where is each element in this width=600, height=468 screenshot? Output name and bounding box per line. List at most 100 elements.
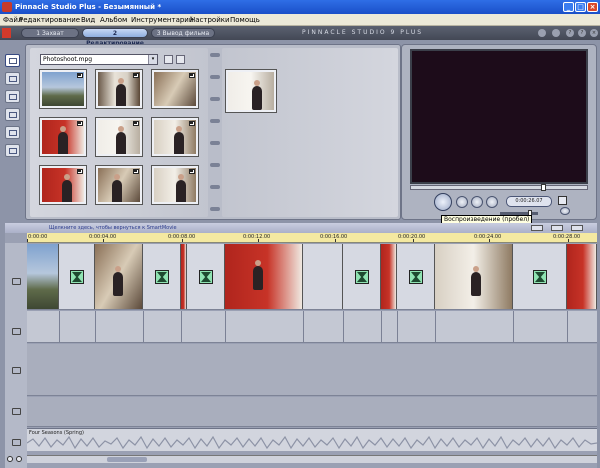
smartmovie-hint[interactable]: Щелкните здесь, чтобы вернуться к SmartM… xyxy=(49,225,177,231)
scene-thumbnail[interactable] xyxy=(96,118,142,156)
scene-figure xyxy=(112,174,122,202)
timeline-transition[interactable] xyxy=(303,244,343,309)
preview-scrubber[interactable] xyxy=(410,184,588,191)
album-spiral-binding xyxy=(209,53,221,213)
zoom-out-icon[interactable] xyxy=(16,456,22,462)
scrubber-handle[interactable] xyxy=(541,184,546,191)
scene-figure xyxy=(58,126,68,154)
step-forward-button[interactable] xyxy=(486,196,498,208)
transitions-tool[interactable] xyxy=(5,72,20,85)
close-button[interactable]: × xyxy=(587,2,598,12)
timeline-scrollbar[interactable] xyxy=(27,455,597,463)
timeline-transition[interactable] xyxy=(343,244,381,309)
timeline-clip[interactable] xyxy=(95,244,143,309)
minimize-button[interactable]: _ xyxy=(563,2,574,12)
used-check-icon xyxy=(77,73,83,78)
dissolve-transition-icon xyxy=(154,269,169,284)
timecode-display[interactable]: 0:00:26.07 xyxy=(506,196,552,207)
used-check-icon xyxy=(189,169,195,174)
used-check-icon xyxy=(189,121,195,126)
timeline-view-icon[interactable] xyxy=(531,225,543,231)
track-headers xyxy=(5,243,27,468)
album-back-icon[interactable] xyxy=(164,55,173,64)
original-audio-track[interactable] xyxy=(27,311,597,343)
timeline-clip[interactable] xyxy=(567,244,597,309)
file-select[interactable]: Photoshoot.mpg ▾ xyxy=(40,54,158,65)
timeline-panel: Щелкните здесь, чтобы вернуться к SmartM… xyxy=(5,223,597,468)
video-track[interactable] xyxy=(27,244,597,310)
mode-tabs-bar: 1 Захват 2 Редактирование 3 Вывод фильма… xyxy=(0,26,600,47)
timeline-transition[interactable] xyxy=(59,244,95,309)
video-track-camera-icon[interactable] xyxy=(12,278,21,285)
scene-thumbnail[interactable] xyxy=(152,118,198,156)
scene-thumbnail[interactable] xyxy=(40,70,86,108)
preview-screen xyxy=(410,49,588,184)
menu-edit[interactable]: Редактирование xyxy=(19,16,80,24)
audio-track-pen-icon[interactable] xyxy=(12,328,21,335)
scrollbar-thumb[interactable] xyxy=(107,457,147,462)
music-track-note-icon[interactable] xyxy=(12,439,21,446)
sound-effects-tool[interactable] xyxy=(5,144,20,157)
ruler-label: 0:00:28.00 xyxy=(553,234,581,240)
timeline-clip[interactable] xyxy=(435,244,513,309)
fullscreen-button[interactable] xyxy=(558,196,567,205)
help-pointer-icon[interactable]: ? xyxy=(578,29,586,37)
music-track[interactable]: Four Seasons (Spring) xyxy=(27,428,597,451)
menu-tools[interactable]: Инструментарий xyxy=(131,16,193,24)
play-button[interactable] xyxy=(434,193,452,211)
storyboard-view-icon[interactable] xyxy=(551,225,563,231)
scene-thumbnail[interactable] xyxy=(226,70,276,112)
chevron-down-icon[interactable]: ▾ xyxy=(148,55,157,64)
video-scenes-tool[interactable] xyxy=(5,54,20,67)
title-track-icon[interactable] xyxy=(12,367,21,374)
sound-effects-track[interactable] xyxy=(27,397,597,427)
title-track[interactable] xyxy=(27,344,597,396)
zoom-in-icon[interactable] xyxy=(7,456,13,462)
timeline-transition[interactable] xyxy=(187,244,225,309)
used-check-icon xyxy=(77,121,83,126)
go-to-start-button[interactable] xyxy=(456,196,468,208)
ruler-label: 0:00:00 xyxy=(28,234,48,240)
dissolve-transition-icon xyxy=(69,269,84,284)
scene-thumbnail[interactable] xyxy=(40,118,86,156)
album-view-icon[interactable] xyxy=(176,55,185,64)
tab-edit[interactable]: 2 Редактирование xyxy=(82,28,148,47)
album-section-toolbar xyxy=(5,50,23,220)
loop-button[interactable] xyxy=(560,207,570,215)
menu-view[interactable]: Вид xyxy=(81,16,95,24)
timeline-clip[interactable] xyxy=(381,244,397,309)
titles-tool[interactable] xyxy=(5,90,20,103)
photos-tool[interactable] xyxy=(5,108,20,121)
timeline-transition[interactable] xyxy=(513,244,567,309)
timeline-transition[interactable] xyxy=(143,244,181,309)
maximize-button[interactable]: □ xyxy=(575,2,586,12)
speaker-icon xyxy=(9,148,17,154)
scene-thumbnail[interactable] xyxy=(96,70,142,108)
preview-player: 0:00:26.07 xyxy=(401,44,597,220)
window-title: Pinnacle Studio Plus - Безымянный * xyxy=(15,3,162,11)
scene-figure xyxy=(113,266,123,296)
time-ruler[interactable]: 0:00:00 0:00:04.00 0:00:08.00 0:00:12.00… xyxy=(27,233,597,243)
text-view-icon[interactable] xyxy=(571,225,583,231)
menu-settings[interactable]: Настройки xyxy=(190,16,230,24)
menu-help[interactable]: Помощь xyxy=(230,16,260,24)
timeline-header: Щелкните здесь, чтобы вернуться к SmartM… xyxy=(5,223,597,233)
disc-menus-tool[interactable] xyxy=(5,126,20,139)
help-icon[interactable]: ? xyxy=(566,29,574,37)
tab-make-movie[interactable]: 3 Вывод фильма xyxy=(151,28,215,38)
scene-thumbnail[interactable] xyxy=(152,166,198,204)
scene-thumbnail[interactable] xyxy=(152,70,198,108)
exit-icon[interactable]: × xyxy=(590,29,598,37)
step-back-button[interactable] xyxy=(471,196,483,208)
sound-effects-track-speaker-icon[interactable] xyxy=(12,408,21,415)
tab-capture[interactable]: 1 Захват xyxy=(21,28,79,38)
scene-thumbnail[interactable] xyxy=(40,166,86,204)
timeline-clip[interactable] xyxy=(225,244,303,309)
undo-icon[interactable] xyxy=(538,29,546,37)
redo-icon[interactable] xyxy=(552,29,560,37)
timeline-transition[interactable] xyxy=(397,244,435,309)
timeline-clip[interactable] xyxy=(27,244,59,309)
menu-album[interactable]: Альбом xyxy=(100,16,127,24)
scene-thumbnail[interactable] xyxy=(96,166,142,204)
scene-figure xyxy=(471,266,481,296)
